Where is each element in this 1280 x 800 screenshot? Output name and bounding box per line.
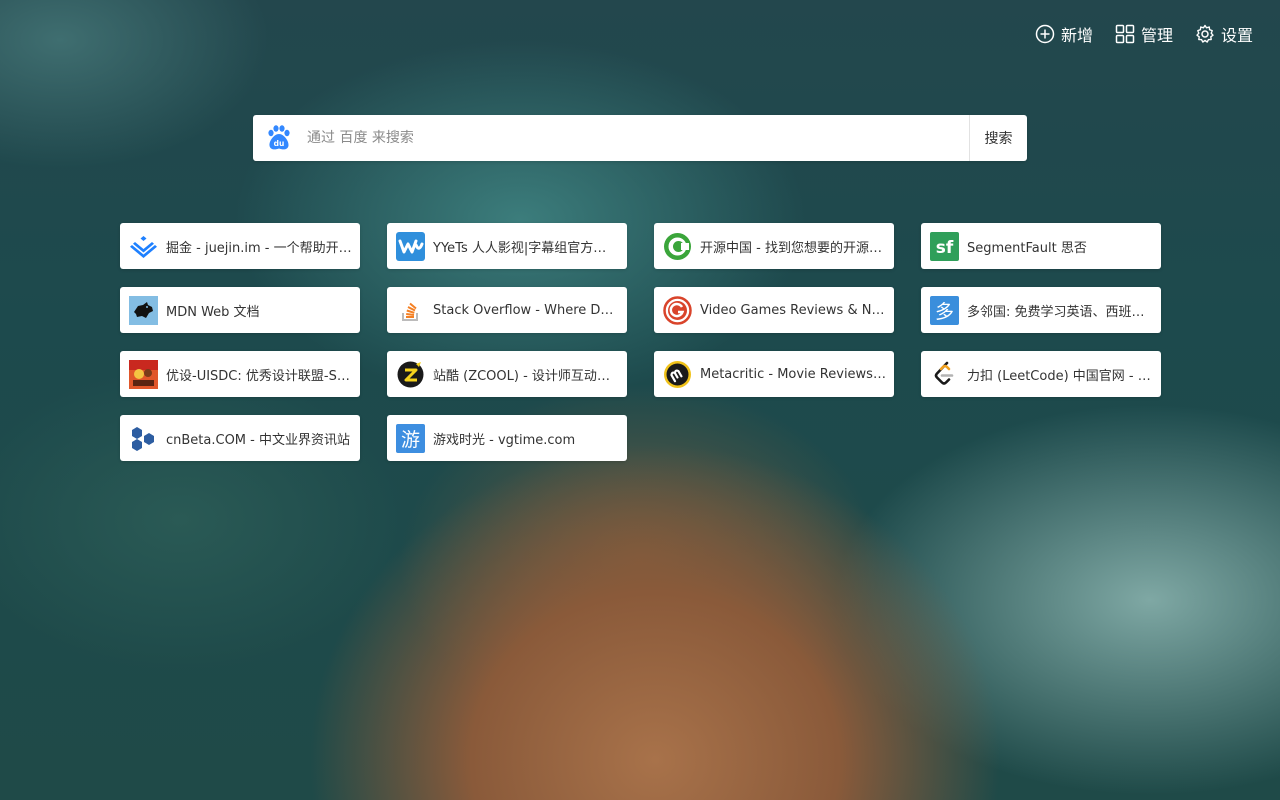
svg-text:多: 多 <box>935 301 954 323</box>
bookmark-label: cnBeta.COM - 中文业界资讯站 <box>166 432 350 448</box>
bookmark-label: MDN Web 文档 <box>166 304 260 320</box>
bookmark-tile-stackoverflow[interactable]: Stack Overflow - Where Developers Learn <box>387 287 627 333</box>
bookmark-label: Stack Overflow - Where Developers Learn <box>433 302 619 318</box>
stackoverflow-icon <box>396 296 425 325</box>
bookmark-tile-zcool[interactable]: 站酷 (ZCOOL) - 设计师互动平台 <box>387 351 627 397</box>
cnbeta-icon <box>129 424 158 453</box>
bookmark-tile-juejin[interactable]: 掘金 - juejin.im - 一个帮助开发者成长的社区 <box>120 223 360 269</box>
leetcode-icon <box>930 360 959 389</box>
add-button-label: 新增 <box>1060 26 1093 45</box>
bookmark-label: Video Games Reviews & News - GameSpot <box>700 302 886 318</box>
gear-icon <box>1196 24 1214 43</box>
bookmark-tile-cnbeta[interactable]: cnBeta.COM - 中文业界资讯站 <box>120 415 360 461</box>
bookmark-tile-uisdc[interactable]: 优设-UISDC: 优秀设计联盟-SDC <box>120 351 360 397</box>
bookmark-label: 多邻国: 免费学习英语、西班牙语 <box>967 304 1153 320</box>
search-engine-selector[interactable]: du <box>253 115 305 161</box>
svg-text:du: du <box>274 139 285 148</box>
bookmark-tile-leetcode[interactable]: 力扣 (LeetCode) 中国官网 - 全球极客挚爱 <box>921 351 1161 397</box>
bookmark-tile-gamespot[interactable]: Video Games Reviews & News - GameSpot <box>654 287 894 333</box>
svg-text:sf: sf <box>936 238 954 258</box>
manage-button[interactable]: 管理 <box>1115 22 1173 46</box>
segmentfault-icon: sf <box>930 231 959 261</box>
manage-button-label: 管理 <box>1140 26 1173 45</box>
oschina-icon <box>663 232 692 261</box>
baidu-paw-icon: du <box>268 125 290 150</box>
bookmark-tile-metacritic[interactable]: Metacritic - Movie Reviews, TV Reviews <box>654 351 894 397</box>
search-input[interactable] <box>305 115 969 161</box>
bookmark-tile-duolingo[interactable]: 多 多邻国: 免费学习英语、西班牙语 <box>921 287 1161 333</box>
yyets-icon <box>396 231 425 261</box>
zcool-icon <box>396 360 425 389</box>
settings-button[interactable]: 设置 <box>1195 22 1253 46</box>
bookmark-label: 掘金 - juejin.im - 一个帮助开发者成长的社区 <box>166 240 352 256</box>
add-button[interactable]: 新增 <box>1035 22 1093 46</box>
metacritic-icon <box>663 360 692 389</box>
bookmark-label: 开源中国 - 找到您想要的开源项目 <box>700 240 886 256</box>
bookmark-tile-vgtime[interactable]: 游 游戏时光 - vgtime.com <box>387 415 627 461</box>
bookmark-label: 游戏时光 - vgtime.com <box>433 432 576 448</box>
bookmark-tile-segmentfault[interactable]: sf SegmentFault 思否 <box>921 223 1161 269</box>
svg-text:游: 游 <box>401 429 420 451</box>
search-button[interactable]: 搜索 <box>969 115 1027 161</box>
grid-icon <box>1115 24 1135 44</box>
bookmark-label: YYeTs 人人影视|字幕组官方下载 <box>433 240 619 256</box>
plus-circle-icon <box>1035 24 1055 44</box>
bookmark-label: 力扣 (LeetCode) 中国官网 - 全球极客挚爱 <box>967 368 1153 384</box>
duolingo-icon: 多 <box>930 295 959 325</box>
uisdc-icon <box>129 359 158 389</box>
bookmark-label: 优设-UISDC: 优秀设计联盟-SDC <box>166 368 352 384</box>
bookmark-label: 站酷 (ZCOOL) - 设计师互动平台 <box>433 368 619 384</box>
settings-button-label: 设置 <box>1220 26 1253 45</box>
gamespot-icon <box>663 295 692 325</box>
bookmark-grid: 掘金 - juejin.im - 一个帮助开发者成长的社区 YYeTs 人人影视… <box>120 223 1161 461</box>
mdn-icon <box>129 295 158 325</box>
bookmark-tile-mdn[interactable]: MDN Web 文档 <box>120 287 360 333</box>
vgtime-icon: 游 <box>396 423 425 453</box>
bookmark-label: Metacritic - Movie Reviews, TV Reviews <box>700 366 886 382</box>
bookmark-tile-oschina[interactable]: 开源中国 - 找到您想要的开源项目 <box>654 223 894 269</box>
bookmark-tile-yyets[interactable]: YYeTs 人人影视|字幕组官方下载 <box>387 223 627 269</box>
juejin-icon <box>129 232 158 261</box>
bookmark-label: SegmentFault 思否 <box>967 240 1087 256</box>
search-bar: du 搜索 <box>253 115 1027 161</box>
top-toolbar: 新增 管理 设置 <box>1035 22 1253 46</box>
